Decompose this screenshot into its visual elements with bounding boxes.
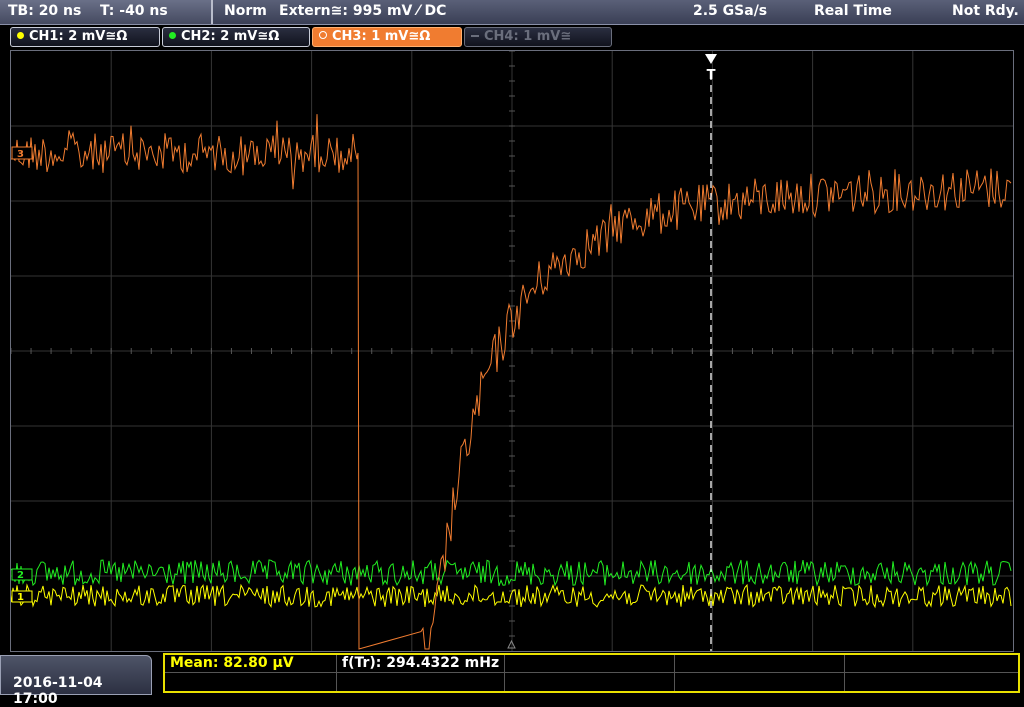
ch3-label: CH3: 1 mV≅Ω <box>332 29 431 44</box>
channel-chip-ch3[interactable]: CH3: 1 mV≅Ω <box>312 27 462 47</box>
measurement-mean[interactable]: Mean: 82.80 µV <box>165 655 337 673</box>
ch3-waveform <box>11 114 1012 650</box>
ch1-reference-marker[interactable]: 1 <box>11 590 33 603</box>
ch1-label: CH1: 2 mV≅Ω <box>29 29 128 44</box>
ch1-reference-label: 1 <box>17 592 24 603</box>
ch4-label: CH4: 1 mV≅ <box>484 29 572 44</box>
ch2-label: CH2: 2 mV≅Ω <box>181 29 280 44</box>
channel-chip-ch1[interactable]: CH1: 2 mV≅Ω <box>10 27 160 47</box>
trigger-time-label[interactable]: T: -40 ns <box>100 3 168 19</box>
status-bar: TB: 20 ns T: -40 ns Norm Extern≅: 995 mV… <box>0 0 1024 25</box>
status-label: Not Rdy. <box>952 3 1019 19</box>
measurement-empty-9[interactable] <box>675 673 845 691</box>
datetime-box: 2016-11-04 17:00 <box>0 655 152 707</box>
measurement-frequency[interactable]: f(Tr): 294.4322 mHz <box>337 655 505 673</box>
measurement-empty-3[interactable] <box>505 655 675 673</box>
waveform-display[interactable]: T 3 2 1 <box>10 50 1014 652</box>
measurement-empty-10[interactable] <box>845 673 1018 691</box>
measurement-empty-4[interactable] <box>675 655 845 673</box>
ch2-waveform <box>11 559 1012 587</box>
waveform-canvas: T 3 2 1 <box>11 51 1013 651</box>
channel-chip-ch2[interactable]: CH2: 2 mV≅Ω <box>162 27 310 47</box>
measurement-empty-8[interactable] <box>505 673 675 691</box>
ch3-dot-icon <box>319 31 327 39</box>
traces <box>11 114 1012 650</box>
channel-bar: CH1: 2 mV≅Ω CH2: 2 mV≅Ω CH3: 1 mV≅Ω CH4:… <box>0 25 1024 48</box>
graticule-grid <box>11 51 1013 651</box>
trigger-arrow-icon[interactable] <box>705 54 717 64</box>
trigger-mode-label[interactable]: Norm <box>224 3 267 19</box>
measurement-empty-6[interactable] <box>165 673 337 691</box>
datetime-label: 2016-11-04 17:00 <box>13 675 103 707</box>
measurement-empty-5[interactable] <box>845 655 1018 673</box>
timebase-box[interactable]: TB: 20 ns T: -40 ns <box>0 0 213 24</box>
measurement-table[interactable]: Mean: 82.80 µV f(Tr): 294.4322 mHz <box>163 653 1020 693</box>
trigger-source-label[interactable]: Extern≅: 995 mV ⁄ DC <box>279 3 446 19</box>
ch3-reference-label: 3 <box>17 149 24 160</box>
trigger-marker-label[interactable]: T <box>707 68 716 83</box>
timebase-label[interactable]: TB: 20 ns <box>8 3 81 19</box>
sample-rate-label: 2.5 GSa/s <box>693 3 768 19</box>
ch3-reference-marker[interactable]: 3 <box>11 146 33 160</box>
ch1-dot-icon <box>17 32 24 39</box>
ch2-reference-label: 2 <box>17 570 24 581</box>
channel-chip-ch4[interactable]: CH4: 1 mV≅ <box>464 27 612 47</box>
ch2-dot-icon <box>169 32 176 39</box>
ch1-waveform <box>11 583 1012 609</box>
ch4-dash-icon <box>471 35 479 37</box>
acquisition-mode-label[interactable]: Real Time <box>814 3 892 19</box>
ch2-reference-marker[interactable]: 2 <box>11 568 33 581</box>
measurement-empty-7[interactable] <box>337 673 505 691</box>
